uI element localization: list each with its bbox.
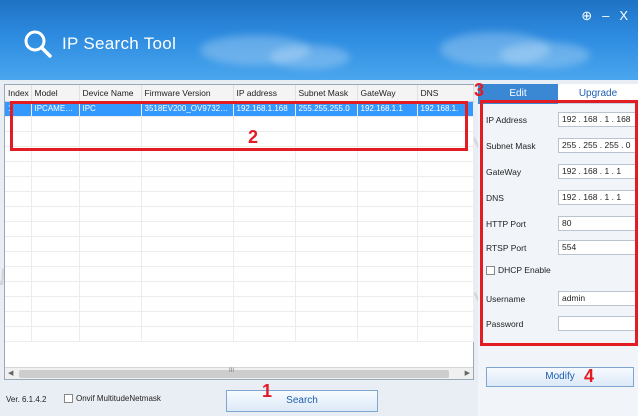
column-header[interactable]: Device Name [79,85,142,102]
column-header[interactable]: GateWay [357,85,418,102]
window-controls: ⊕ – X [581,8,628,24]
grip-icon: III [229,368,235,374]
column-header[interactable]: Subnet Mask [295,85,358,102]
column-header[interactable]: Firmware Version [141,85,234,102]
table-row [5,296,474,312]
annotation-number-3: 3 [474,80,485,100]
table-row [5,176,474,192]
table-header: Index Model Device Name Firmware Version… [5,85,474,102]
horizontal-scrollbar[interactable]: ◀ III ▶ [5,367,473,379]
table-row [5,281,474,297]
app-header: IP Search Tool ⊕ – X [0,0,638,80]
search-button[interactable]: Search [226,390,378,412]
app-title: IP Search Tool [62,34,177,53]
annotation-number-1: 1 [262,381,273,401]
annotation-number-4: 4 [584,366,595,386]
table-row [5,206,474,222]
table-row [5,191,474,207]
search-icon [24,30,52,58]
modify-button[interactable]: Modify [486,367,634,387]
table-row [5,326,474,342]
settings-icon[interactable]: ⊕ [581,8,592,24]
scrollbar-thumb[interactable]: III [19,368,449,378]
column-header[interactable]: IP address [233,85,296,102]
footer-bar: Ver. 6.1.4.2 Onvif MultitudeNetmask Sear… [0,382,480,416]
annotation-number-2: 2 [248,127,259,147]
table-row [5,251,474,267]
table-row [5,161,474,177]
scroll-right-icon[interactable]: ▶ [465,369,470,377]
table-row [5,221,474,237]
onvif-option[interactable]: Onvif MultitudeNetmask [64,394,161,404]
version-label: Ver. 6.1.4.2 [6,395,47,404]
onvif-label: Onvif MultitudeNetmask [76,394,161,403]
table-row [5,311,474,327]
column-header[interactable]: Model [31,85,80,102]
table-row [5,236,474,252]
close-icon[interactable]: X [619,8,628,24]
minimize-icon[interactable]: – [602,8,609,24]
column-header[interactable]: DNS [417,85,474,102]
table-row [5,266,474,282]
column-header[interactable]: Index [5,85,32,102]
annotation-box-3 [480,100,638,346]
onvif-checkbox[interactable] [64,394,73,404]
annotation-box-2 [10,101,468,151]
scroll-left-icon[interactable]: ◀ [8,369,13,377]
